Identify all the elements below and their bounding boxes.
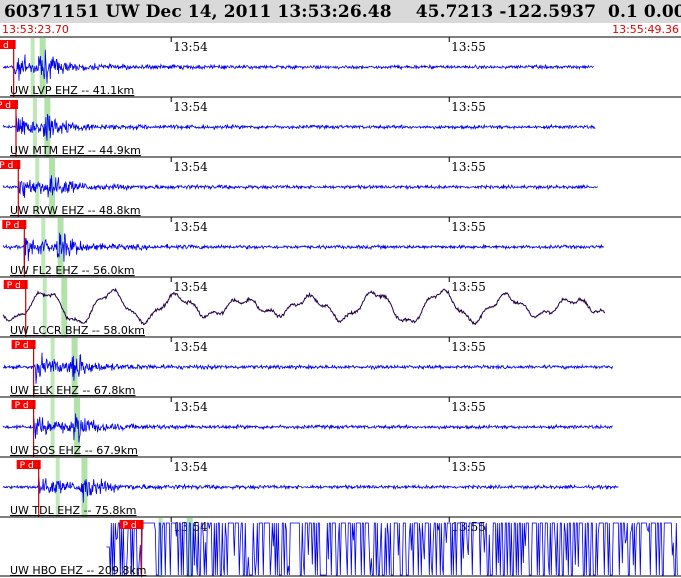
time-tick-label: 13:55 [451,100,486,114]
station-label: UW HBO EHZ -- 209.8km [10,564,146,577]
waveform-trace [2,113,596,141]
p-pick-label: P d [0,161,13,171]
waveform-trace [2,352,613,384]
station-panel: 13:5413:55P dUW HBO EHZ -- 209.8km [0,516,681,577]
p-pick-label: P d [0,41,9,51]
station-panel: 13:54 13:55 P d UW FL2 EHZ -- 56.0km [0,216,681,277]
waveform-trace [2,175,598,198]
time-tick-label: 13:54 [173,100,208,114]
station-label: UW SOS EHZ -- 67.9km [10,444,138,457]
station-label: UW TDL EHZ -- 75.8km [10,504,137,517]
station-label: UW MTM EHZ -- 44.9km [10,144,141,157]
p-pick-label: P d [15,341,29,351]
time-tick-label: 13:55 [451,340,486,354]
seismogram-viewer: 60371151 UW Dec 14, 2011 13:53:26.48 45.… [0,0,681,578]
time-tick-label: 13:55 [451,460,486,474]
station-label: UW RVW EHZ -- 48.8km [10,204,141,217]
station-panel: 13:54 13:55 P d UW LVP EHZ -- 41.1km [0,36,681,97]
phase-band [186,518,193,577]
p-pick-label: P d [0,101,11,111]
station-panel: 13:54 13:55 P d UW TDL EHZ -- 75.8km [0,456,681,517]
station-panel: 13:54 13:55 P d UW RVW EHZ -- 48.8km [0,156,681,217]
waveform-trace [2,49,594,84]
station-label: UW FL2 EHZ -- 56.0km [10,264,135,277]
time-tick-label: 13:54 [173,220,208,234]
time-tick-label: 13:55 [451,400,486,414]
waveform-trace [2,287,606,326]
p-pick-label: P d [15,401,29,411]
time-tick-label: 13:54 [173,160,208,174]
seismogram-plot: 13:5413:55P dUW LVP EHZ -- 41.1km13:5413… [0,36,681,577]
p-pick-label: P d [7,281,21,291]
station-label: UW LVP EHZ -- 41.1km [10,84,134,97]
station-panel: 13:54 13:55 P d UW ELK EHZ -- 67.8km [0,336,681,397]
time-tick-label: 13:55 [451,40,486,54]
time-tick-label: 13:54 [173,280,208,294]
time-tick-label: 13:55 [451,220,486,234]
time-tick-label: 13:55 [451,520,486,534]
time-tick-label: 13:55 [451,160,486,174]
time-tick-label: 13:54 [173,40,208,54]
time-tick-label: 13:54 [173,400,208,414]
station-label: UW LCCR BHZ -- 58.0km [10,324,145,337]
time-tick-label: 13:55 [451,280,486,294]
station-panel: 13:54 13:55 P d UW MTM EHZ -- 44.9km [0,96,681,157]
waveform-trace [2,413,613,443]
station-panel: 13:54 13:55 P d UW LCCR BHZ -- 58.0km [0,276,681,337]
station-label: UW ELK EHZ -- 67.8km [10,384,135,397]
time-tick-label: 13:54 [173,460,208,474]
p-pick-label: P d [5,221,19,231]
station-panel: 13:54 13:55 P d UW SOS EHZ -- 67.9km [0,396,681,457]
time-tick-label: 13:54 [173,340,208,354]
waveform-trace [2,476,619,503]
p-pick-label: P d [123,521,137,531]
p-pick-label: P d [20,461,34,471]
